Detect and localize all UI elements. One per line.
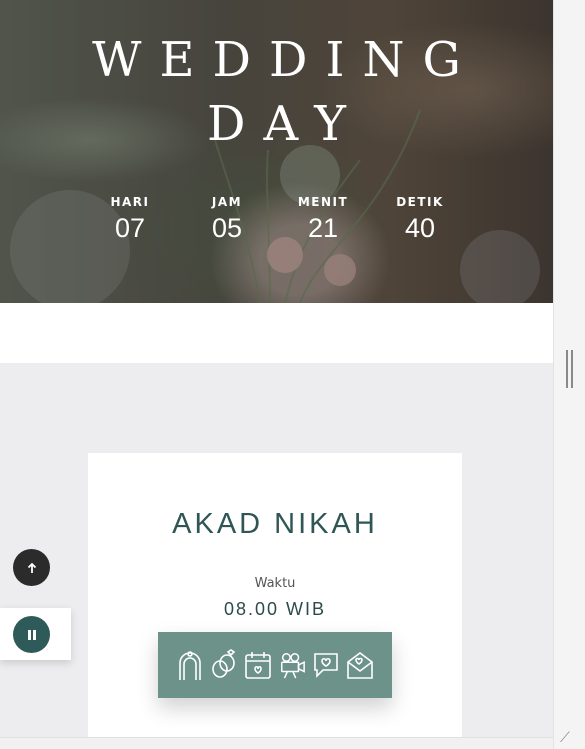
pause-icon bbox=[27, 629, 36, 640]
video-camera-icon[interactable] bbox=[278, 648, 306, 682]
countdown-days-value: 07 bbox=[114, 213, 146, 243]
countdown-seconds: DETIK 40 bbox=[375, 195, 465, 244]
countdown-hours-label: JAM bbox=[211, 195, 243, 209]
countdown-days: HARI 07 bbox=[85, 195, 175, 244]
resize-handle-icon[interactable]: ⟋ bbox=[560, 730, 570, 746]
hero-banner: WEDDING DAY HARI 07 JAM 05 MENIT 21 DETI… bbox=[0, 0, 553, 303]
rings-icon[interactable] bbox=[210, 648, 238, 682]
music-pause-button[interactable] bbox=[13, 616, 50, 653]
countdown-days-label: HARI bbox=[110, 195, 150, 209]
event-icon-bar bbox=[158, 632, 392, 698]
event-time-label: Waktu bbox=[254, 576, 296, 591]
countdown-seconds-label: DETIK bbox=[396, 195, 444, 209]
countdown-minutes: MENIT 21 bbox=[278, 195, 368, 244]
event-title: AKAD NIKAH bbox=[172, 508, 378, 540]
calendar-icon[interactable] bbox=[244, 648, 272, 682]
vertical-scrollbar[interactable] bbox=[553, 0, 585, 749]
arrow-up-icon bbox=[27, 562, 36, 573]
music-control bbox=[0, 608, 71, 660]
section-divider bbox=[0, 303, 553, 363]
event-card: AKAD NIKAH Waktu 08.00 WIB bbox=[88, 453, 462, 749]
wedding-invitation-page: WEDDING DAY HARI 07 JAM 05 MENIT 21 DETI… bbox=[0, 0, 553, 749]
countdown-minutes-label: MENIT bbox=[297, 195, 349, 209]
love-letter-icon[interactable] bbox=[346, 648, 374, 682]
horizontal-scrollbar[interactable] bbox=[0, 737, 553, 749]
countdown-seconds-value: 40 bbox=[404, 213, 436, 243]
countdown-hours-value: 05 bbox=[211, 213, 243, 243]
countdown-minutes-value: 21 bbox=[307, 213, 339, 243]
countdown-hours: JAM 05 bbox=[182, 195, 272, 244]
event-time-value: 08.00 WIB bbox=[223, 599, 327, 619]
love-chat-icon[interactable] bbox=[312, 648, 340, 682]
hero-title-line-1: WEDDING bbox=[92, 32, 479, 88]
scroll-to-top-button[interactable] bbox=[13, 549, 50, 586]
arch-icon[interactable] bbox=[176, 648, 204, 682]
scrollbar-thumb[interactable] bbox=[566, 350, 574, 388]
hero-title-line-2: DAY bbox=[207, 96, 364, 152]
